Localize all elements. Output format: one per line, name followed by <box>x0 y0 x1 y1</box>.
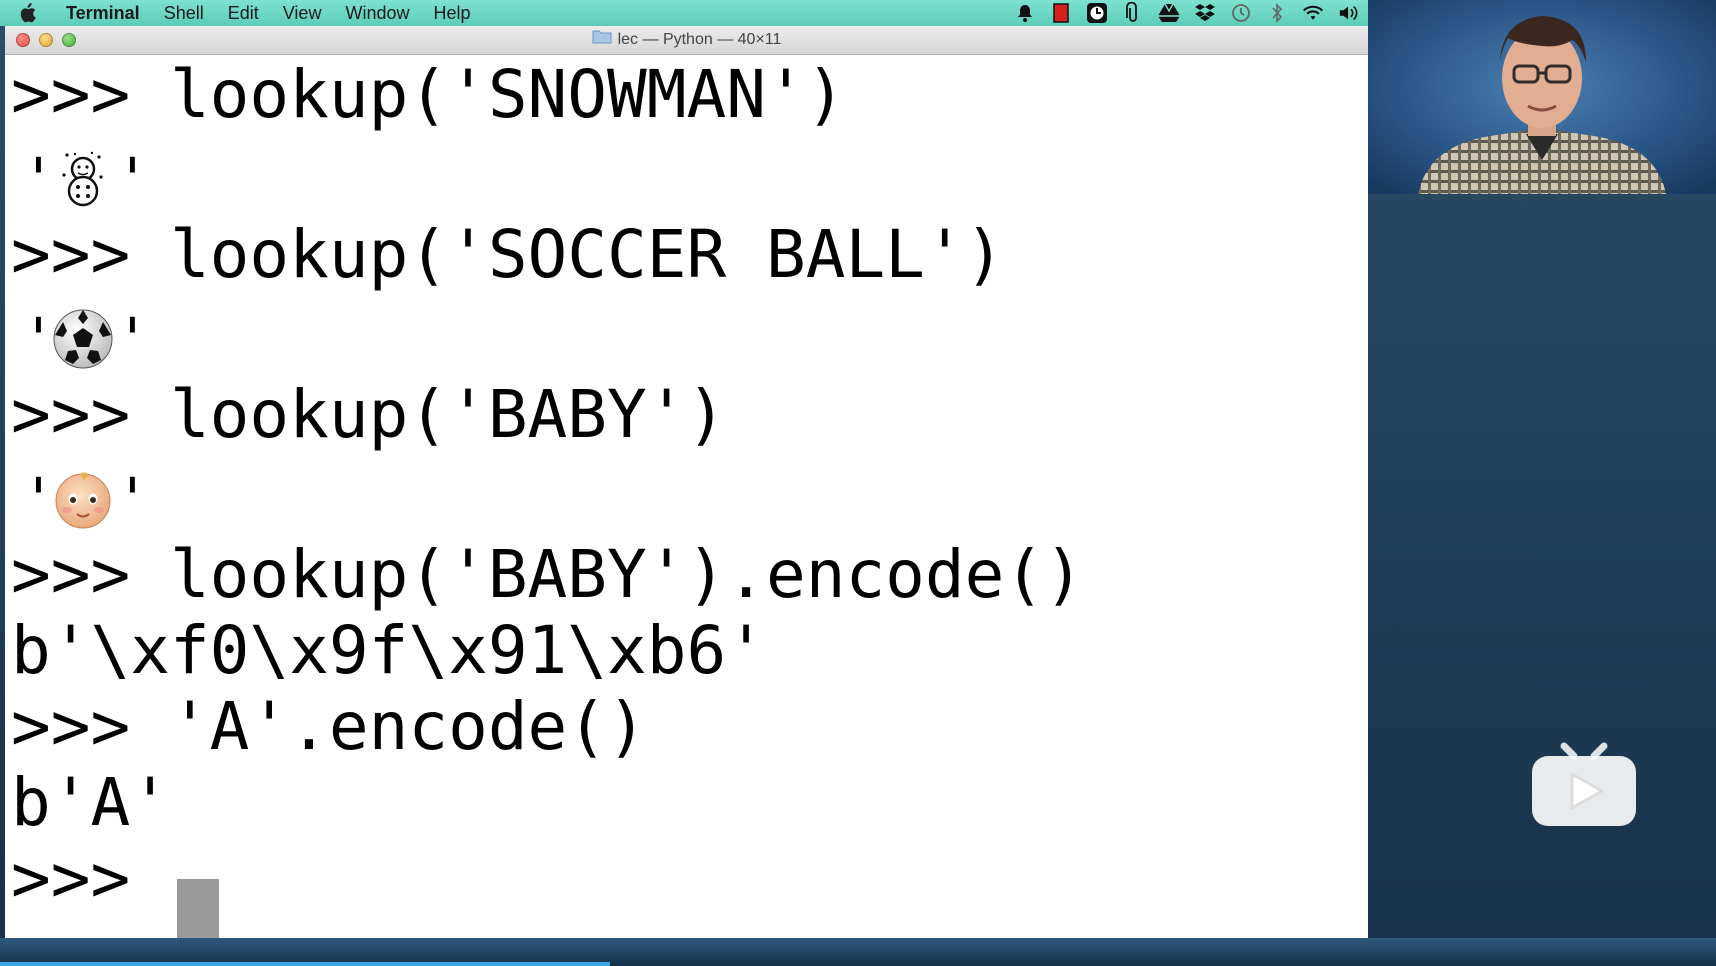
dropbox-icon[interactable] <box>1194 2 1216 24</box>
baby-emoji-icon <box>51 467 115 531</box>
terminal-line-6: >>> 'A'.encode() <box>11 688 647 765</box>
terminal-line-3: >>> lookup('BABY') <box>11 376 727 453</box>
bluetooth-icon[interactable] <box>1266 2 1288 24</box>
folder-icon <box>592 26 612 54</box>
output-quote-close: ' <box>115 305 150 373</box>
output-soccer-ball: ' ' <box>21 299 150 379</box>
menu-view[interactable]: View <box>271 0 334 26</box>
time-machine-icon[interactable] <box>1230 2 1252 24</box>
progress-line <box>0 962 610 966</box>
output-quote-close: ' <box>115 465 150 533</box>
volume-icon[interactable] <box>1338 2 1360 24</box>
menu-help[interactable]: Help <box>421 0 482 26</box>
output-quote-close: ' <box>115 145 150 213</box>
output-quote-open: ' <box>21 145 56 213</box>
menu-window[interactable]: Window <box>333 0 421 26</box>
window-title-text: lec — Python — 40×11 <box>617 31 782 49</box>
terminal-line-2: >>> lookup('SOCCER BALL') <box>11 216 1005 293</box>
output-baby: ' ' <box>21 459 150 539</box>
terminal-line-5: b'\xf0\x9f\x91\xb6' <box>11 612 766 689</box>
presenter-image <box>1368 0 1716 194</box>
status-icons <box>1014 2 1368 24</box>
menu-edit[interactable]: Edit <box>216 0 271 26</box>
terminal-output[interactable]: >>> lookup('SNOWMAN') ' ' >>> lookup('SO… <box>5 55 1368 959</box>
bell-icon[interactable] <box>1014 2 1036 24</box>
title-bar[interactable]: lec — Python — 40×11 <box>5 26 1368 55</box>
drive-icon[interactable] <box>1158 2 1180 24</box>
menu-bar: Terminal Shell Edit View Window Help <box>0 0 1368 26</box>
terminal-line-7: b'A' <box>11 764 170 841</box>
play-badge-icon[interactable] <box>1528 736 1640 830</box>
paperclip-icon[interactable] <box>1122 2 1144 24</box>
output-snowman: ' ' <box>21 139 150 219</box>
menu-terminal[interactable]: Terminal <box>54 0 152 26</box>
terminal-window: lec — Python — 40×11 >>> lookup('SNOWMAN… <box>5 26 1368 959</box>
output-quote-open: ' <box>21 305 56 373</box>
timer-icon[interactable] <box>1086 2 1108 24</box>
red-square-icon[interactable] <box>1050 2 1072 24</box>
wifi-icon[interactable] <box>1302 2 1324 24</box>
output-quote-open: ' <box>21 465 56 533</box>
apple-menu-icon[interactable] <box>18 3 54 23</box>
terminal-prompt: >>> <box>11 840 170 917</box>
menu-shell[interactable]: Shell <box>152 0 216 26</box>
snowman-emoji-icon <box>51 147 115 211</box>
desktop-bottom <box>0 938 1716 966</box>
screen: Terminal Shell Edit View Window Help lec… <box>0 0 1716 966</box>
soccer-ball-emoji-icon <box>51 307 115 371</box>
window-title: lec — Python — 40×11 <box>5 26 1368 54</box>
terminal-line-1: >>> lookup('SNOWMAN') <box>11 56 846 133</box>
webcam-overlay <box>1368 0 1716 194</box>
terminal-line-4: >>> lookup('BABY').encode() <box>11 536 1084 613</box>
